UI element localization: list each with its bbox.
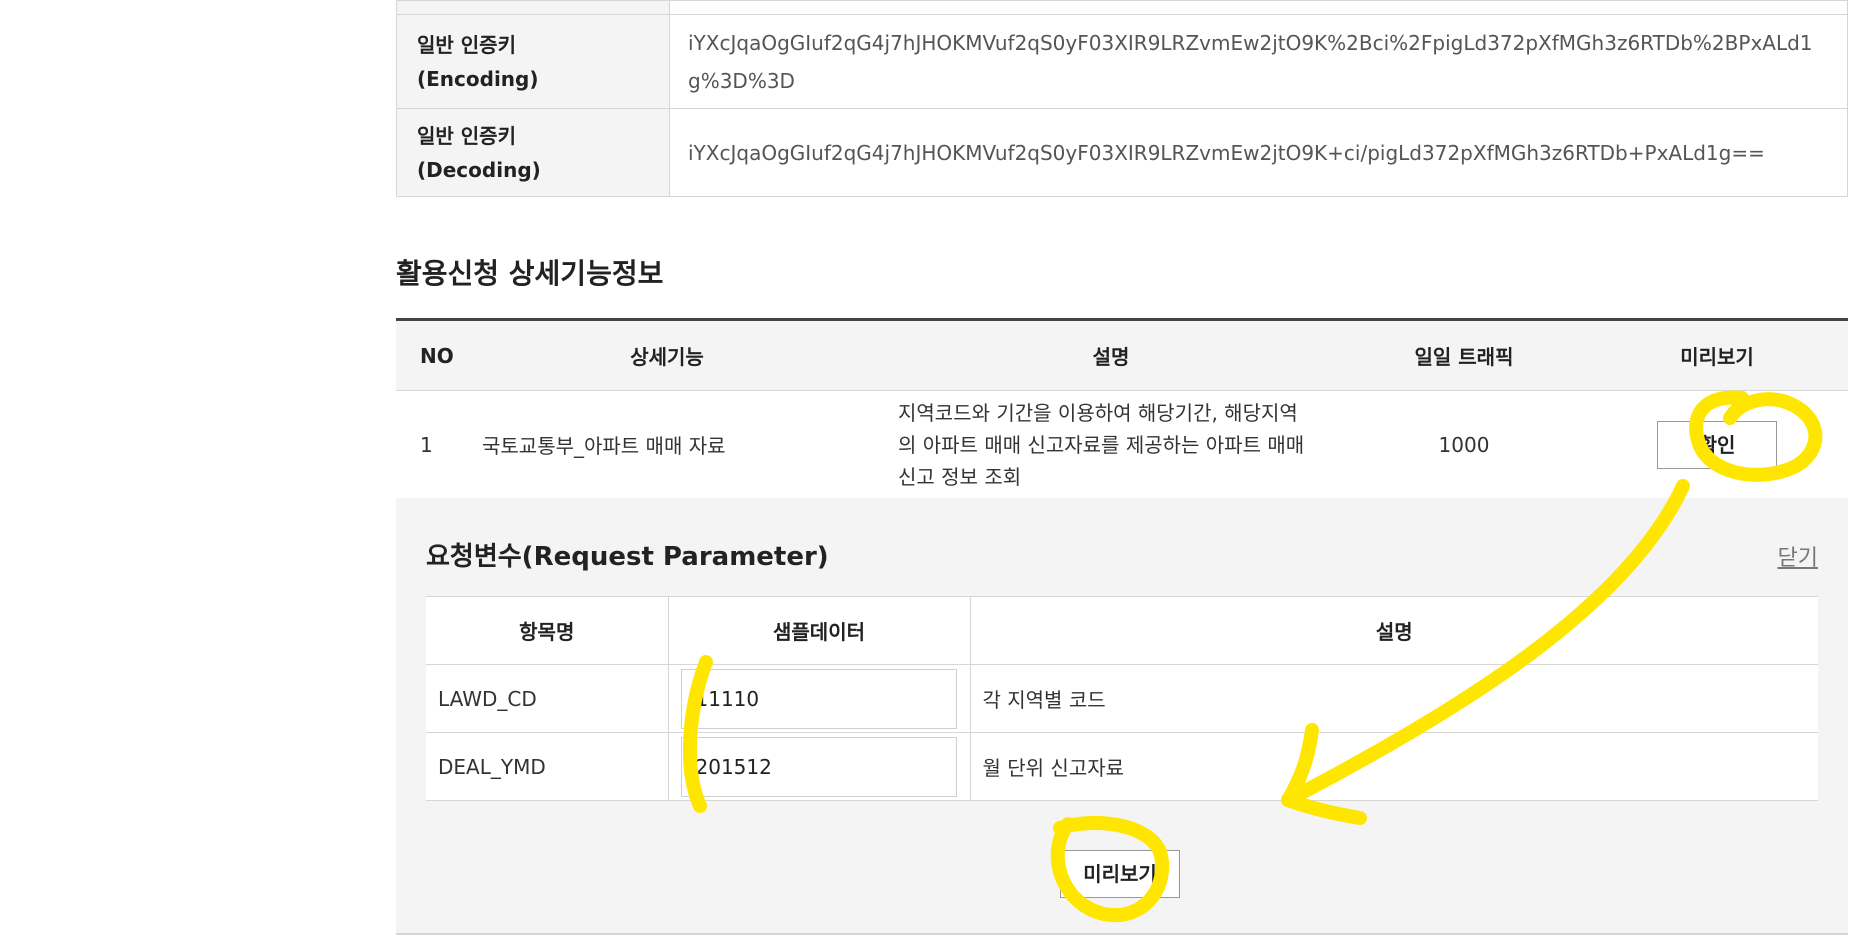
deal-ymd-input[interactable] (680, 736, 957, 797)
lawd-cd-input[interactable] (680, 668, 957, 729)
header-function: 상세기능 (630, 345, 704, 369)
auth-key-row-decoding: 일반 인증키 (Decoding) iYXcJqaOgGIuf2qG4j7hJH… (396, 108, 1848, 197)
function-table-header: NO 상세기능 설명 일일 트래픽 미리보기 (396, 321, 1848, 391)
param-description: 월 단위 신고자료 (969, 732, 1818, 801)
request-parameter-panel: 요청변수(Request Parameter) 닫기 항목명 샘플데이터 설명 … (396, 498, 1848, 935)
table-row: LAWD_CD 각 지역별 코드 (426, 664, 1818, 733)
header-daily-traffic: 일일 트래픽 (1414, 345, 1514, 369)
section-title: 활용신청 상세기능정보 (396, 257, 664, 290)
row-function-name: 국토교통부_아파트 매매 자료 (482, 434, 726, 458)
request-parameter-title: 요청변수(Request Parameter) (426, 542, 829, 572)
auth-key-table: 일반 인증키 (Encoding) iYXcJqaOgGIuf2qG4j7hJH… (396, 0, 1848, 197)
row-description: 지역코드와 기간을 이용하여 해당기간, 해당지역 의 아파트 매매 신고자료를… (898, 400, 1305, 489)
table-row: 1 국토교통부_아파트 매매 자료 지역코드와 기간을 이용하여 해당기간, 해… (396, 391, 1848, 499)
header-param-description: 설명 (969, 596, 1818, 665)
param-name: LAWD_CD (426, 664, 668, 733)
header-sample-data: 샘플데이터 (667, 596, 970, 665)
header-no: NO (420, 343, 454, 368)
param-name: DEAL_YMD (426, 732, 668, 801)
param-description: 각 지역별 코드 (969, 664, 1818, 733)
auth-key-row-encoding: 일반 인증키 (Encoding) iYXcJqaOgGIuf2qG4j7hJH… (396, 14, 1848, 109)
auth-key-label: 일반 인증키 (Encoding) (396, 14, 670, 109)
header-description: 설명 (1092, 345, 1130, 369)
auth-key-label: 일반 인증키 (Decoding) (396, 108, 670, 197)
function-table: NO 상세기능 설명 일일 트래픽 미리보기 1 국토교통부_아파트 매매 자료… (396, 318, 1848, 499)
row-daily-traffic: 1000 (1438, 432, 1490, 457)
table-row: DEAL_YMD 월 단위 신고자료 (426, 732, 1818, 801)
row-no: 1 (420, 432, 433, 457)
auth-key-row-top (396, 0, 1848, 15)
auth-key-value-encoding[interactable]: iYXcJqaOgGIuf2qG4j7hJHOKMVuf2qS0yF03XIR9… (669, 14, 1848, 109)
request-parameter-header: 항목명 샘플데이터 설명 (426, 596, 1818, 665)
request-parameter-table: 항목명 샘플데이터 설명 LAWD_CD 각 지역별 코드 DEAL_YMD 월… (426, 596, 1818, 801)
header-preview: 미리보기 (1680, 345, 1754, 369)
header-item-name: 항목명 (426, 596, 668, 665)
close-link[interactable]: 닫기 (1778, 540, 1818, 572)
confirm-button[interactable]: 확인 (1657, 420, 1777, 469)
auth-key-value-decoding[interactable]: iYXcJqaOgGIuf2qG4j7hJHOKMVuf2qS0yF03XIR9… (669, 108, 1848, 197)
preview-button[interactable]: 미리보기 (1060, 850, 1180, 898)
